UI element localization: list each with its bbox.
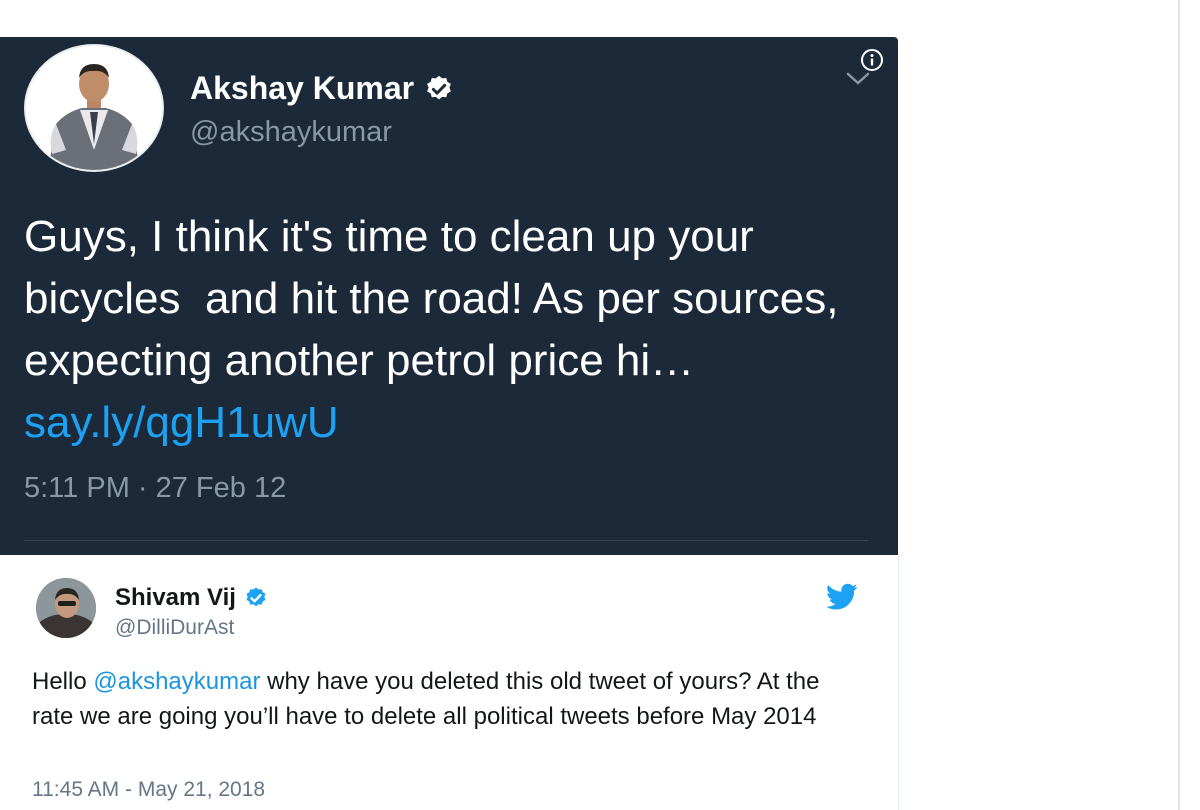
author-name-row[interactable]: Akshay Kumar (190, 70, 454, 107)
tweet-timestamp[interactable]: 5:11 PM · 27 Feb 12 (24, 472, 286, 505)
author-name[interactable]: Akshay Kumar (190, 70, 414, 107)
tweet-body: Guys, I think it's time to clean up your… (24, 212, 851, 385)
tweet-link[interactable]: say.ly/qgH1uwU (24, 398, 339, 447)
mention-link[interactable]: @akshaykumar (93, 668, 260, 695)
avatar[interactable] (36, 578, 96, 638)
reply-author-handle[interactable]: @DilliDurAst (115, 616, 234, 640)
tweet-text: Guys, I think it's time to clean up your… (24, 206, 884, 454)
reply-timestamp[interactable]: 11:45 AM - May 21, 2018 (32, 778, 265, 802)
page-edge-divider (1178, 0, 1180, 810)
reply-author-name[interactable]: Shivam Vij (115, 584, 236, 612)
reply-text-start: Hello (32, 668, 94, 695)
info-icon[interactable] (860, 48, 884, 72)
chevron-down-icon[interactable] (845, 70, 871, 88)
reply-tweet-text: Hello @akshaykumar why have you deleted … (32, 664, 862, 734)
twitter-bird-icon[interactable] (826, 583, 858, 611)
verified-badge-icon (246, 587, 266, 607)
verified-badge-icon (427, 75, 451, 99)
avatar[interactable] (24, 44, 164, 172)
reply-author-name-row[interactable]: Shivam Vij (115, 584, 268, 612)
author-handle[interactable]: @akshaykumar (190, 116, 392, 149)
divider (24, 540, 868, 541)
